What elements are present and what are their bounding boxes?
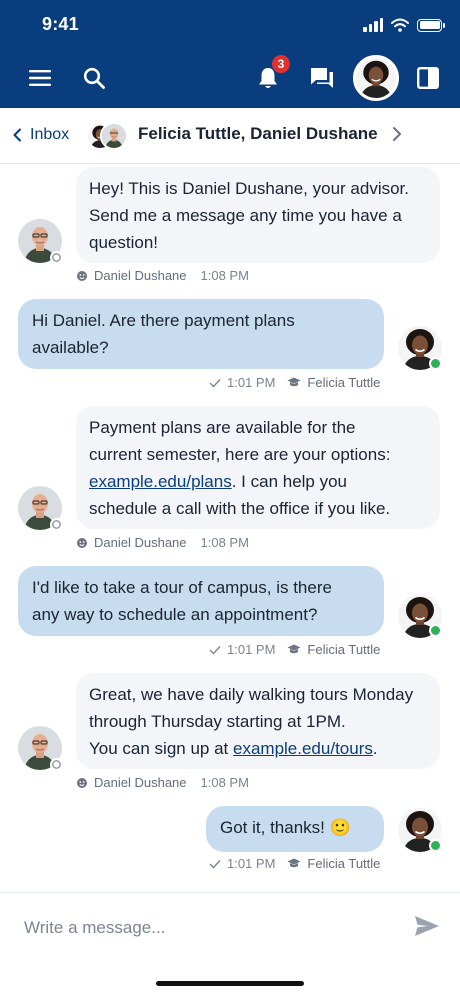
checkmark-icon (209, 645, 221, 655)
conversation-title[interactable]: Felicia Tuttle, Daniel Dushane (138, 124, 378, 144)
graduation-cap-icon (287, 858, 301, 868)
hamburger-menu-icon (29, 70, 51, 86)
message-meta: Daniel Dushane 1:08 PM (76, 535, 249, 550)
side-panel-button[interactable] (410, 60, 446, 96)
message-time: 1:08 PM (200, 535, 249, 550)
offline-status-dot (50, 251, 63, 264)
offline-status-dot (50, 518, 63, 531)
message-bubble-outgoing: I'd like to take a tour of campus, is th… (18, 566, 384, 636)
message-time: 1:08 PM (200, 775, 249, 790)
message-line: Payment plans are available for the (89, 418, 356, 437)
checkmark-icon (209, 378, 221, 388)
wifi-icon (391, 18, 409, 32)
send-icon (415, 916, 439, 936)
status-bar-icons (363, 15, 445, 35)
plans-link[interactable]: example.edu/plans (89, 472, 232, 491)
online-status-dot (429, 624, 442, 637)
smiley-emoji-icon: 🙂 (329, 818, 351, 837)
message-bubble-outgoing: Hi Daniel. Are there payment plans avail… (18, 299, 384, 369)
message-input[interactable] (24, 916, 394, 940)
message-bubble-incoming: Great, we have daily walking tours Monda… (76, 673, 440, 769)
message-composer (0, 892, 460, 996)
message-meta: 1:01 PM Felicia Tuttle (209, 375, 380, 390)
message-line: schedule a call with the office if you l… (89, 499, 391, 518)
graduation-cap-icon (287, 644, 301, 654)
back-link-label: Inbox (30, 126, 70, 143)
message-time: 1:01 PM (227, 642, 276, 657)
offline-status-dot (50, 758, 63, 771)
search-icon (83, 67, 105, 89)
menu-button[interactable] (22, 60, 58, 96)
online-status-dot (429, 839, 442, 852)
sender-name: Felicia Tuttle (307, 642, 381, 657)
avatar (356, 58, 396, 98)
sender-name: Felicia Tuttle (307, 856, 381, 871)
battery-icon (417, 18, 445, 32)
message-line: current semester, here are your options: (89, 445, 391, 464)
participant-avatars (86, 122, 130, 150)
message-line: example.edu/plans. I can help you (89, 472, 348, 491)
chevron-right-icon[interactable] (392, 126, 402, 142)
status-bar-time: 9:41 (42, 14, 79, 34)
side-panel-icon (417, 67, 439, 89)
chat-bubbles-icon (311, 68, 333, 88)
message-meta: 1:01 PM Felicia Tuttle (209, 642, 380, 657)
user-face-icon (77, 270, 87, 281)
top-app-bar: 9:41 3 (0, 0, 460, 108)
user-face-icon (77, 777, 87, 788)
notification-badge: 3 (272, 55, 290, 73)
avatar (100, 122, 128, 150)
sender-name: Daniel Dushane (94, 775, 187, 790)
message-line: question! (89, 233, 158, 252)
message-bubble-incoming: Payment plans are available for the curr… (76, 406, 440, 529)
graduation-cap-icon (287, 377, 301, 387)
message-bubble-incoming: Hey! This is Daniel Dushane, your adviso… (76, 167, 440, 263)
message-line: Great, we have daily walking tours Monda… (89, 685, 414, 704)
search-button[interactable] (76, 60, 112, 96)
chevron-left-icon (13, 128, 21, 142)
message-meta: Daniel Dushane 1:08 PM (76, 268, 249, 283)
conversation-header: Inbox Felicia Tuttle, Daniel Dushane (0, 108, 460, 164)
cellular-signal-icon (363, 18, 383, 32)
message-line: I'd like to take a tour of campus, is th… (32, 578, 332, 597)
sender-name: Felicia Tuttle (307, 375, 381, 390)
messages-button[interactable] (304, 60, 340, 96)
message-time: 1:01 PM (227, 856, 276, 871)
message-line: Hey! This is Daniel Dushane, your adviso… (89, 179, 410, 198)
tours-link[interactable]: example.edu/tours (233, 739, 373, 758)
message-line: Hi Daniel. Are there payment plans (32, 311, 295, 330)
online-status-dot (429, 357, 442, 370)
home-indicator (156, 981, 304, 986)
message-line: through Thursday starting at 1PM. (89, 712, 346, 731)
message-line: Send me a message any time you have a (89, 206, 402, 225)
message-time: 1:01 PM (227, 375, 276, 390)
message-line: available? (32, 338, 109, 357)
notifications-button[interactable]: 3 (250, 55, 290, 96)
message-line: You can sign up at example.edu/tours. (89, 739, 378, 758)
user-face-icon (77, 537, 87, 548)
profile-avatar-button[interactable] (353, 55, 399, 101)
send-button[interactable] (414, 915, 444, 941)
message-time: 1:08 PM (200, 268, 249, 283)
sender-name: Daniel Dushane (94, 268, 187, 283)
message-text: Got it, thanks! (220, 818, 325, 837)
message-meta: 1:01 PM Felicia Tuttle (209, 856, 380, 871)
back-to-inbox-link[interactable]: Inbox (12, 126, 69, 144)
message-meta: Daniel Dushane 1:08 PM (76, 775, 249, 790)
message-bubble-outgoing: Got it, thanks! 🙂 (206, 806, 384, 852)
checkmark-icon (209, 859, 221, 869)
message-line: any way to schedule an appointment? (32, 605, 318, 624)
sender-name: Daniel Dushane (94, 535, 187, 550)
